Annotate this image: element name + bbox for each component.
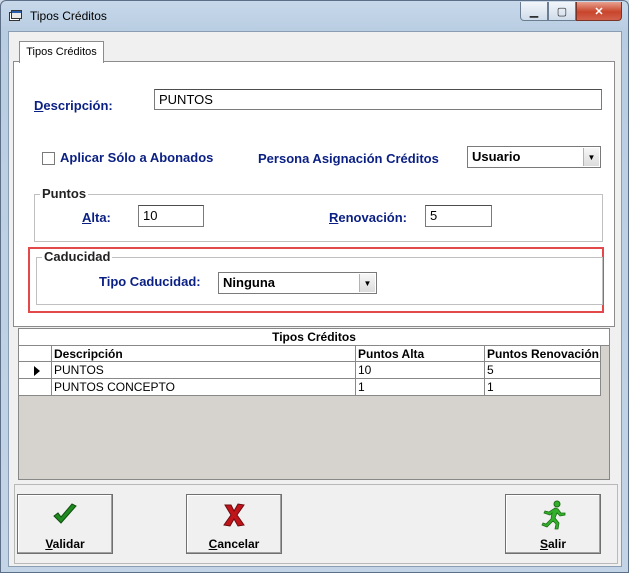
puntos-group-title: Puntos <box>40 186 89 201</box>
tab-panel: Descripción: PUNTOS Aplicar Sólo a Abona… <box>13 61 615 327</box>
caducidad-group-title: Caducidad <box>42 249 113 264</box>
title-bar[interactable]: Tipos Créditos ▁ ▢ ✕ <box>1 1 628 31</box>
table-cell[interactable]: 10 <box>356 362 485 379</box>
chevron-down-icon[interactable]: ▼ <box>359 274 375 292</box>
tab-tipos-creditos[interactable]: Tipos Créditos <box>19 41 104 63</box>
grid-title: Tipos Créditos <box>19 329 609 346</box>
persona-label: Persona Asignación Créditos <box>258 151 439 166</box>
close-icon: ✕ <box>594 5 604 18</box>
table-cell[interactable]: PUNTOS <box>52 362 356 379</box>
table-cell[interactable]: 1 <box>485 379 601 396</box>
minimize-icon: ▁ <box>529 5 539 18</box>
cancelar-label: Cancelar <box>208 537 260 551</box>
maximize-button[interactable]: ▢ <box>548 2 576 21</box>
running-man-icon <box>541 500 566 530</box>
column-header-descripcion[interactable]: Descripción <box>52 346 356 362</box>
salir-label: Salir <box>539 537 567 551</box>
column-header-puntos-renovacion[interactable]: Puntos Renovación <box>485 346 601 362</box>
renovacion-label: Renovación: <box>329 210 408 225</box>
close-button[interactable]: ✕ <box>576 2 622 21</box>
tipo-caducidad-label: Tipo Caducidad: <box>99 274 201 289</box>
tipos-creditos-grid: Tipos Créditos Descripción Puntos Alta P… <box>18 328 610 480</box>
table-cell[interactable]: 1 <box>356 379 485 396</box>
salir-button[interactable]: Salir <box>505 494 601 554</box>
validar-label: Validar <box>45 537 85 551</box>
table-cell[interactable]: 5 <box>485 362 601 379</box>
caducidad-group: Caducidad Tipo Caducidad: Ninguna ▼ <box>36 249 603 305</box>
maximize-icon: ▢ <box>556 5 568 18</box>
current-row-icon <box>34 366 40 376</box>
red-x-icon <box>223 503 245 527</box>
alta-label: Alta: <box>82 210 111 225</box>
row-indicator[interactable] <box>19 379 52 396</box>
aplicar-checkbox[interactable] <box>42 152 55 165</box>
row-indicator-header <box>19 346 52 362</box>
renovacion-input[interactable]: 5 <box>425 205 492 227</box>
persona-select[interactable]: Usuario ▼ <box>467 146 601 168</box>
client-area: Tipos Créditos Descripción: PUNTOS Aplic… <box>8 31 622 567</box>
check-icon <box>53 503 77 524</box>
puntos-group: Puntos Alta: 10 Renovación: 5 <box>34 186 603 242</box>
alta-input[interactable]: 10 <box>138 205 204 227</box>
validar-button[interactable]: Validar <box>17 494 113 554</box>
table-cell[interactable]: PUNTOS CONCEPTO <box>52 379 356 396</box>
tipo-caducidad-value: Ninguna <box>223 275 275 290</box>
row-indicator[interactable] <box>19 362 52 379</box>
chevron-down-icon[interactable]: ▼ <box>583 148 599 166</box>
window: Tipos Créditos ▁ ▢ ✕ Tipos Créditos Desc… <box>0 0 629 573</box>
window-title: Tipos Créditos <box>30 9 107 23</box>
aplicar-label: Aplicar Sólo a Abonados <box>60 150 214 165</box>
minimize-button[interactable]: ▁ <box>520 2 548 21</box>
app-icon <box>9 10 22 21</box>
descripcion-label: Descripción: <box>34 98 113 113</box>
column-header-puntos-alta[interactable]: Puntos Alta <box>356 346 485 362</box>
tipo-caducidad-select[interactable]: Ninguna ▼ <box>218 272 377 294</box>
descripcion-input[interactable]: PUNTOS <box>154 89 602 110</box>
persona-value: Usuario <box>472 149 521 164</box>
cancelar-button[interactable]: Cancelar <box>186 494 282 554</box>
